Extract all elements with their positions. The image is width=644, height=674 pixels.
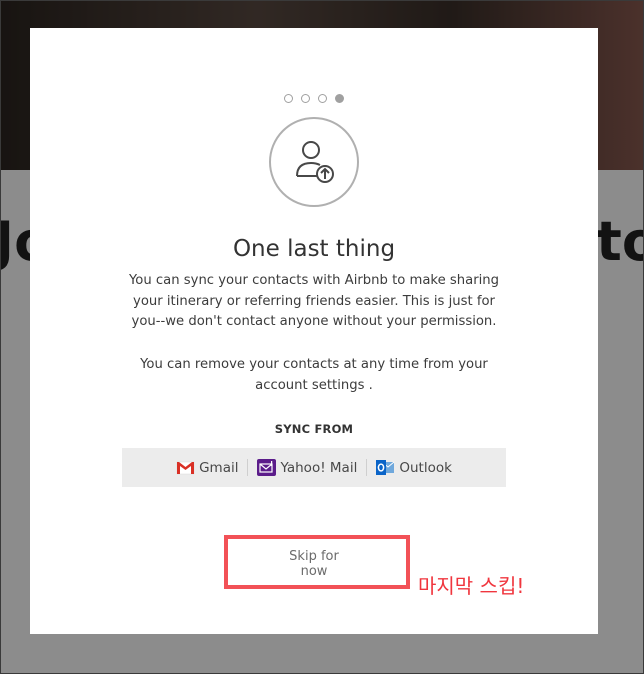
outlook-sync-button[interactable]: Outlook — [367, 459, 461, 476]
step-dot-1 — [284, 94, 293, 103]
gmail-label: Gmail — [199, 459, 239, 476]
yahoo-sync-button[interactable]: ! Yahoo! Mail — [248, 459, 366, 476]
gmail-icon — [176, 459, 195, 476]
svg-text:!: ! — [270, 460, 273, 468]
annotation-text: 마지막 스킵! — [418, 574, 525, 598]
step-dot-4 — [335, 94, 344, 103]
modal-description-settings: You can remove your contacts at any time… — [140, 357, 488, 393]
sync-from-label: SYNC FROM — [274, 422, 354, 436]
step-dot-3 — [318, 94, 327, 103]
gmail-sync-button[interactable]: Gmail — [167, 459, 247, 476]
modal-title: One last thing — [232, 236, 396, 262]
yahoo-icon: ! — [257, 459, 277, 476]
sync-provider-bar: Gmail ! Yahoo! Mail Outlook — [122, 448, 506, 487]
outlook-label: Outlook — [399, 459, 452, 476]
yahoo-label: Yahoo! Mail — [280, 459, 358, 476]
skip-for-now-button[interactable]: Skip for now — [276, 549, 352, 579]
step-dot-2 — [301, 94, 310, 103]
contacts-sync-modal: One last thing You can sync your contact… — [30, 28, 598, 634]
modal-description: You can sync your contacts with Airbnb t… — [128, 273, 500, 329]
outlook-icon — [376, 459, 395, 476]
step-indicator — [30, 88, 598, 107]
user-upload-icon — [269, 117, 359, 207]
